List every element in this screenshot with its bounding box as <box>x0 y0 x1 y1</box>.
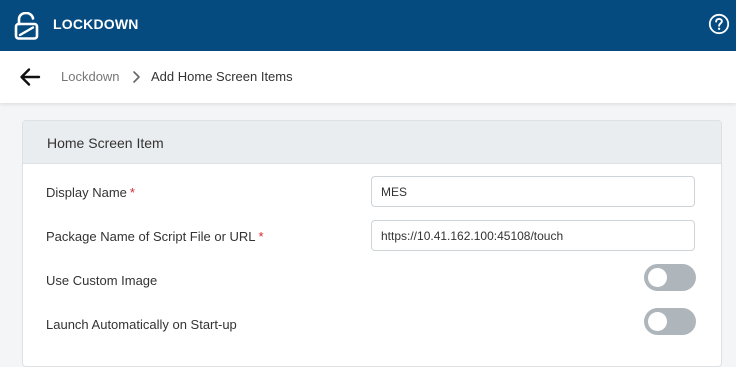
card-header: Home Screen Item <box>23 121 721 164</box>
breadcrumb-current: Add Home Screen Items <box>151 69 293 84</box>
use-custom-image-label: Use Custom Image <box>46 273 158 288</box>
required-marker: * <box>129 185 135 200</box>
display-name-label: Display Name * <box>46 185 135 200</box>
section-title: Home Screen Item <box>47 135 164 151</box>
breadcrumb-link-lockdown[interactable]: Lockdown <box>61 69 120 84</box>
app-title: LOCKDOWN <box>53 16 139 32</box>
toggle-knob <box>648 268 667 287</box>
top-app-bar: LOCKDOWN <box>0 0 736 51</box>
help-circle-icon[interactable] <box>708 13 730 35</box>
display-name-field[interactable] <box>371 176 695 207</box>
required-marker: * <box>258 229 264 244</box>
arrow-left-icon[interactable] <box>19 67 41 87</box>
display-name-label-text: Display Name <box>46 185 127 200</box>
unlocked-padlock-icon <box>14 12 39 40</box>
package-name-label: Package Name of Script File or URL * <box>46 229 264 244</box>
package-name-field[interactable] <box>371 220 695 251</box>
use-custom-image-toggle[interactable] <box>644 264 696 291</box>
package-name-label-text: Package Name of Script File or URL <box>46 229 256 244</box>
chevron-right-icon <box>133 71 140 83</box>
launch-on-startup-toggle[interactable] <box>644 308 696 335</box>
toggle-knob <box>648 312 667 331</box>
launch-on-startup-label: Launch Automatically on Start-up <box>46 317 237 332</box>
breadcrumb: Lockdown Add Home Screen Items <box>0 51 736 103</box>
